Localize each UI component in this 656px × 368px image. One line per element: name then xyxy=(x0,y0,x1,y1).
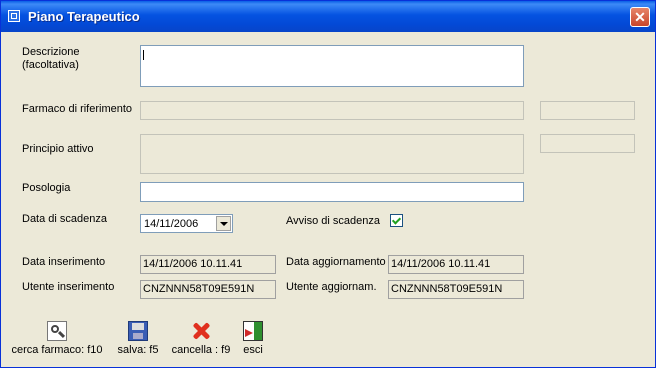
scadenza-label: Data di scadenza xyxy=(22,213,107,225)
utente-agg-value: CNZNNN58T09E591N xyxy=(388,280,524,299)
utente-ins-value: CNZNNN58T09E591N xyxy=(140,280,276,299)
principio-input[interactable] xyxy=(140,134,524,174)
magnifier-icon xyxy=(47,321,67,341)
descrizione-label: Descrizione (facoltativa) xyxy=(22,46,80,71)
esci-button[interactable]: esci xyxy=(238,321,268,356)
red-x-icon xyxy=(191,321,211,341)
avviso-checkbox[interactable] xyxy=(390,214,403,227)
avviso-label: Avviso di scadenza xyxy=(286,215,380,227)
cancella-button[interactable]: cancella : f9 xyxy=(169,321,233,356)
piano-terapeutico-window: Piano Terapeutico ✕ Descrizione (facolta… xyxy=(0,0,656,368)
close-button[interactable]: ✕ xyxy=(630,7,650,27)
posologia-label: Posologia xyxy=(22,182,71,194)
esci-label: esci xyxy=(243,344,263,356)
salva-button[interactable]: salva: f5 xyxy=(115,321,161,356)
scadenza-date-select[interactable]: 14/11/2006 xyxy=(140,214,233,233)
cancella-label: cancella : f9 xyxy=(171,344,231,356)
cerca-farmaco-button[interactable]: cerca farmaco: f10 xyxy=(11,321,103,356)
inserimento-label: Data inserimento xyxy=(22,256,106,268)
floppy-disk-icon xyxy=(128,321,148,341)
farmaco-input[interactable] xyxy=(140,101,524,120)
title-bar[interactable]: Piano Terapeutico ✕ xyxy=(1,1,655,32)
window-title: Piano Terapeutico xyxy=(28,9,140,24)
text-caret xyxy=(143,50,144,60)
aggiornamento-label: Data aggiornamento xyxy=(286,256,386,268)
farmaco-label: Farmaco di riferimento xyxy=(22,103,133,115)
principio-code-input[interactable] xyxy=(540,134,635,153)
inserimento-value: 14/11/2006 10.11.41 xyxy=(140,255,276,274)
cerca-farmaco-label: cerca farmaco: f10 xyxy=(11,344,103,356)
posologia-input[interactable] xyxy=(140,182,524,202)
app-icon xyxy=(8,10,20,22)
farmaco-code-input[interactable] xyxy=(540,101,635,120)
chevron-down-icon[interactable] xyxy=(216,216,231,231)
descrizione-input[interactable] xyxy=(140,45,524,87)
aggiornamento-value: 14/11/2006 10.11.41 xyxy=(388,255,524,274)
salva-label: salva: f5 xyxy=(117,344,159,356)
close-icon: ✕ xyxy=(634,9,646,25)
utente-ins-label: Utente inserimento xyxy=(22,281,115,293)
exit-door-icon xyxy=(243,321,263,341)
scadenza-date-value: 14/11/2006 xyxy=(144,218,199,230)
principio-label: Principio attivo xyxy=(22,143,94,155)
utente-agg-label: Utente aggiornam. xyxy=(286,281,377,293)
